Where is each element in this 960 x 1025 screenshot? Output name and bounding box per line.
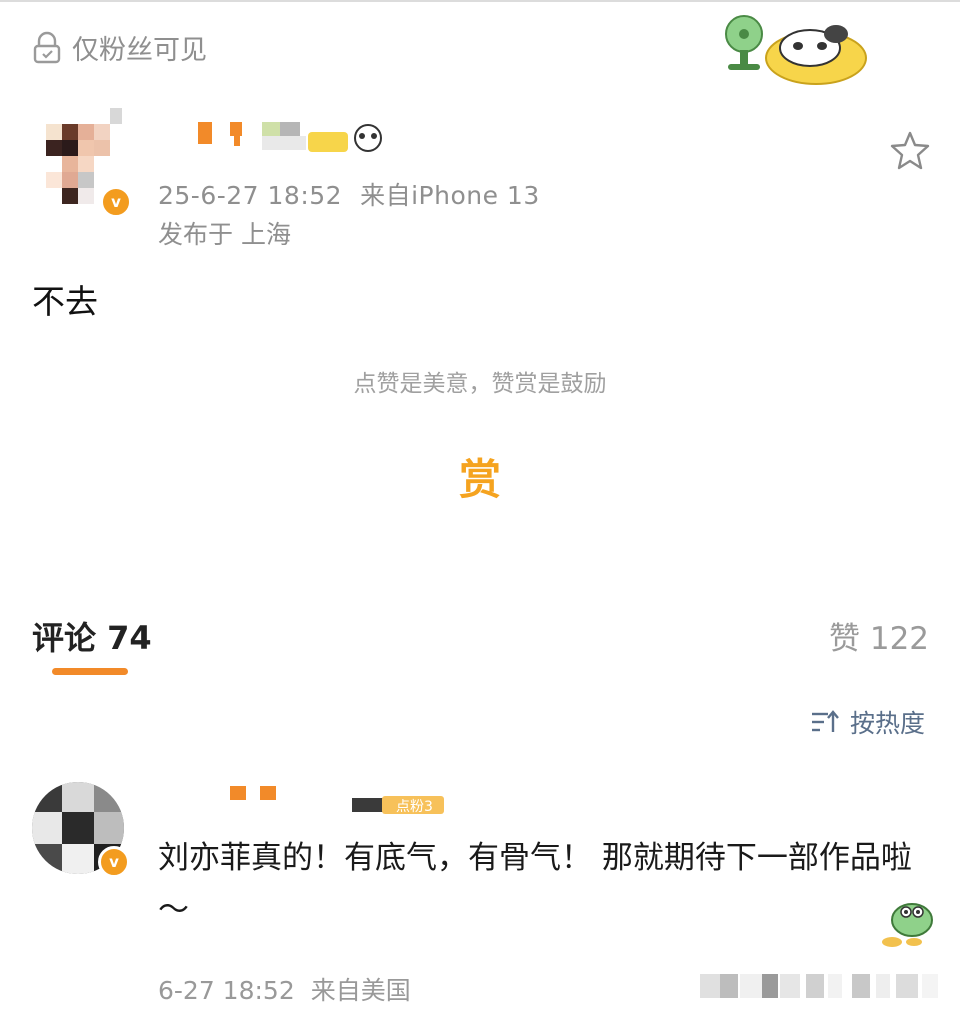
favorite-star-icon[interactable]: [888, 128, 932, 172]
verified-badge: v: [98, 846, 130, 878]
visibility-label: 仅粉丝可见: [72, 35, 207, 66]
active-tab-indicator: [52, 668, 128, 675]
post-source: 来自iPhone 13: [360, 181, 540, 210]
fan-and-panda-sticker: [725, 15, 867, 85]
post-date: 25-6-27 18:52: [158, 181, 343, 210]
comment-meta: 6-27 18:52 来自美国: [158, 971, 411, 1007]
tab-comments[interactable]: 评论 74: [32, 613, 152, 659]
fan-level-badge: 点粉3: [396, 799, 433, 815]
tab-likes[interactable]: 赞 122: [829, 613, 929, 658]
verified-badge: v: [100, 186, 132, 218]
sort-by-hot-button[interactable]: 按热度: [810, 704, 925, 740]
commenter-avatar[interactable]: v: [30, 780, 130, 878]
top-divider: [0, 0, 960, 2]
post-meta: 25-6-27 18:52 来自iPhone 13: [158, 176, 540, 212]
post-content: 不去: [32, 282, 98, 321]
commenter-name-redacted[interactable]: 点粉3: [200, 780, 450, 820]
visibility-indicator: 仅粉丝可见: [30, 28, 207, 67]
frog-sticker-icon: [882, 903, 933, 947]
post-location: 发布于 上海: [158, 220, 291, 249]
reward-button[interactable]: 赏: [440, 450, 520, 510]
fans-only-lock-icon: [33, 31, 61, 63]
comment-text: 刘亦菲真的！有底气，有骨气！ 那就期待下一部作品啦～: [158, 840, 912, 928]
comment-source: 来自美国: [310, 976, 411, 1005]
author-avatar[interactable]: v: [30, 104, 132, 219]
author-name-redacted[interactable]: [190, 118, 400, 158]
comment-date: 6-27 18:52: [158, 976, 295, 1005]
sort-label: 按热度: [850, 709, 926, 738]
sort-icon: [812, 710, 839, 732]
comment-actions-redacted[interactable]: [696, 966, 946, 1006]
reward-tip: 点赞是美意，赞赏是鼓励: [353, 371, 607, 397]
